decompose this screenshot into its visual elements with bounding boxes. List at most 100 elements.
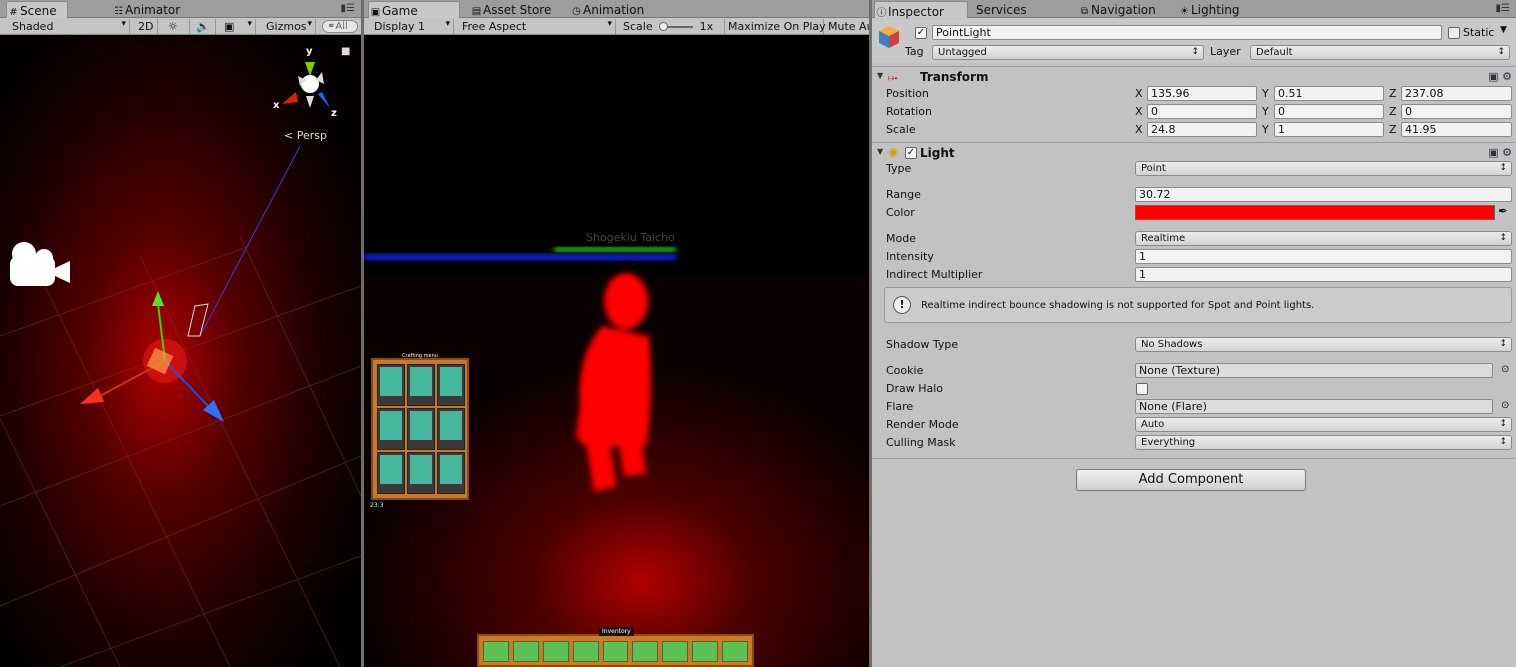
tab-animation[interactable]: ◷ Animation: [570, 1, 666, 18]
eyedropper-icon[interactable]: ✒: [1498, 204, 1508, 218]
flare-row: Flare None (Flare) ⊙: [872, 398, 1516, 416]
static-checkbox[interactable]: [1448, 27, 1460, 39]
culling-mask-dropdown[interactable]: Everything: [1135, 435, 1512, 450]
active-checkbox[interactable]: ✓: [915, 27, 927, 39]
2d-toggle-button[interactable]: 2D: [134, 19, 158, 34]
light-header[interactable]: ▼ ◉ ✓ Light ▣ ⚙: [872, 142, 1516, 162]
tab-inspector[interactable]: ⓘ Inspector: [874, 1, 968, 19]
mute-audio-toggle[interactable]: Mute Au: [824, 19, 869, 34]
static-dropdown-icon[interactable]: ▼: [1500, 25, 1507, 35]
health-bar: [554, 247, 676, 252]
lighting-toggle-icon[interactable]: ☼: [164, 19, 190, 34]
layer-label: Layer: [1210, 45, 1241, 58]
object-picker-icon[interactable]: ⊙: [1501, 364, 1509, 375]
info-icon: ⓘ: [876, 8, 887, 19]
position-x-field[interactable]: 135.96: [1147, 86, 1257, 101]
lock-icon[interactable]: ■: [341, 46, 350, 57]
tab-lighting[interactable]: ☀ Lighting: [1178, 1, 1258, 18]
range-field[interactable]: 30.72: [1135, 187, 1512, 202]
type-dropdown[interactable]: Point: [1135, 161, 1512, 176]
object-picker-icon[interactable]: ⊙: [1501, 400, 1509, 411]
glass-icon: [410, 455, 432, 484]
chestplate-icon: [380, 411, 402, 440]
crafting-slot[interactable]: [437, 408, 465, 450]
rotation-y-field[interactable]: 0: [1274, 104, 1384, 119]
effects-dropdown-icon[interactable]: ▣: [220, 19, 256, 34]
tab-game[interactable]: ▣ Game: [368, 1, 460, 18]
mode-dropdown[interactable]: Realtime: [1135, 231, 1512, 246]
indirect-field[interactable]: 1: [1135, 267, 1512, 282]
crafting-slot[interactable]: [437, 452, 465, 494]
scale-thumb[interactable]: [659, 22, 669, 31]
transform-row-scale: Scale X 24.8 Y 1 Z 41.95: [872, 121, 1516, 139]
inventory-slot[interactable]: [512, 641, 539, 662]
foldout-icon[interactable]: ▼: [877, 147, 883, 156]
game-view[interactable]: Shogekiu Taicho Crafting menu 23:3 Inven…: [364, 36, 869, 667]
draw-halo-checkbox[interactable]: [1136, 383, 1148, 395]
foldout-icon[interactable]: ▼: [877, 71, 883, 80]
inventory-slot[interactable]: [662, 641, 689, 662]
position-y-field[interactable]: 0.51: [1274, 86, 1384, 101]
color-swatch[interactable]: [1135, 205, 1495, 220]
projection-label[interactable]: < Persp: [284, 129, 327, 142]
tab-asset-store[interactable]: ▤ Asset Store: [470, 1, 566, 18]
tab-animator[interactable]: ☷ Animator: [112, 1, 192, 18]
chestplate-icon: [440, 411, 462, 440]
lighting-icon: ☀: [1180, 6, 1189, 17]
crafting-slot[interactable]: [437, 364, 465, 406]
scale-z-field[interactable]: 41.95: [1401, 122, 1512, 137]
crafting-slot[interactable]: [407, 408, 435, 450]
crafting-slot[interactable]: [377, 452, 405, 494]
component-settings-icon[interactable]: ▣ ⚙: [1488, 70, 1512, 83]
rotation-x-field[interactable]: 0: [1147, 104, 1257, 119]
gizmo-x-label: x: [273, 100, 280, 111]
inventory-slot[interactable]: [602, 641, 629, 662]
tab-navigation[interactable]: ⧉ Navigation: [1078, 1, 1174, 18]
object-name-field[interactable]: PointLight: [932, 25, 1442, 40]
halo-label: Draw Halo: [886, 382, 944, 395]
inventory-slot[interactable]: [722, 641, 748, 662]
inventory-slot[interactable]: [483, 641, 509, 662]
audio-toggle-icon[interactable]: 🔊: [192, 19, 216, 34]
panel-menu-icon[interactable]: ▮☰: [341, 3, 355, 14]
tab-services[interactable]: Services: [976, 1, 1046, 18]
flare-field[interactable]: None (Flare): [1135, 399, 1493, 414]
transform-header[interactable]: ▼ ⤠ Transform ▣ ⚙: [872, 66, 1516, 86]
inventory-slot[interactable]: [692, 641, 719, 662]
scene-view[interactable]: y x z ■ < Persp: [0, 36, 361, 667]
intensity-field[interactable]: 1: [1135, 249, 1512, 264]
crafting-slot[interactable]: [407, 452, 435, 494]
inventory-slot[interactable]: [572, 641, 599, 662]
range-row: Range 30.72: [872, 186, 1516, 204]
light-enabled-checkbox[interactable]: ✓: [905, 147, 917, 159]
shading-mode-dropdown[interactable]: Shaded: [8, 19, 130, 34]
crafting-slot[interactable]: [407, 364, 435, 406]
position-z-field[interactable]: 237.08: [1401, 86, 1512, 101]
component-settings-icon[interactable]: ▣ ⚙: [1488, 146, 1512, 159]
layer-dropdown[interactable]: Default: [1250, 45, 1510, 60]
crafting-slot[interactable]: [377, 364, 405, 406]
navigation-icon: ⧉: [1080, 6, 1089, 17]
tag-dropdown[interactable]: Untagged: [932, 45, 1204, 60]
scale-y-field[interactable]: 1: [1274, 122, 1384, 137]
mode-label: Mode: [886, 232, 916, 245]
maximize-on-play-toggle[interactable]: Maximize On Play: [724, 19, 826, 34]
inventory-slot[interactable]: [542, 641, 569, 662]
shadow-dropdown[interactable]: No Shadows: [1135, 337, 1512, 352]
scale-slider[interactable]: Scale 1x: [619, 19, 725, 34]
scene-search-input[interactable]: ⚭All: [322, 20, 358, 33]
scale-x-field[interactable]: 24.8: [1147, 122, 1257, 137]
tab-scene[interactable]: # Scene: [6, 1, 68, 18]
panel-menu-icon[interactable]: ▮☰: [1496, 3, 1510, 14]
crafting-slot[interactable]: [377, 408, 405, 450]
divider: [872, 458, 1516, 459]
rotation-z-field[interactable]: 0: [1401, 104, 1512, 119]
cookie-field[interactable]: None (Texture): [1135, 363, 1493, 378]
render-mode-dropdown[interactable]: Auto: [1135, 417, 1512, 432]
aspect-dropdown[interactable]: Free Aspect: [458, 19, 616, 34]
inventory-slot[interactable]: [632, 641, 659, 662]
add-component-button[interactable]: Add Component: [1076, 469, 1306, 491]
gizmos-dropdown[interactable]: Gizmos: [262, 19, 316, 34]
transform-row-label: Position: [886, 87, 929, 100]
display-dropdown[interactable]: Display 1: [370, 19, 454, 34]
